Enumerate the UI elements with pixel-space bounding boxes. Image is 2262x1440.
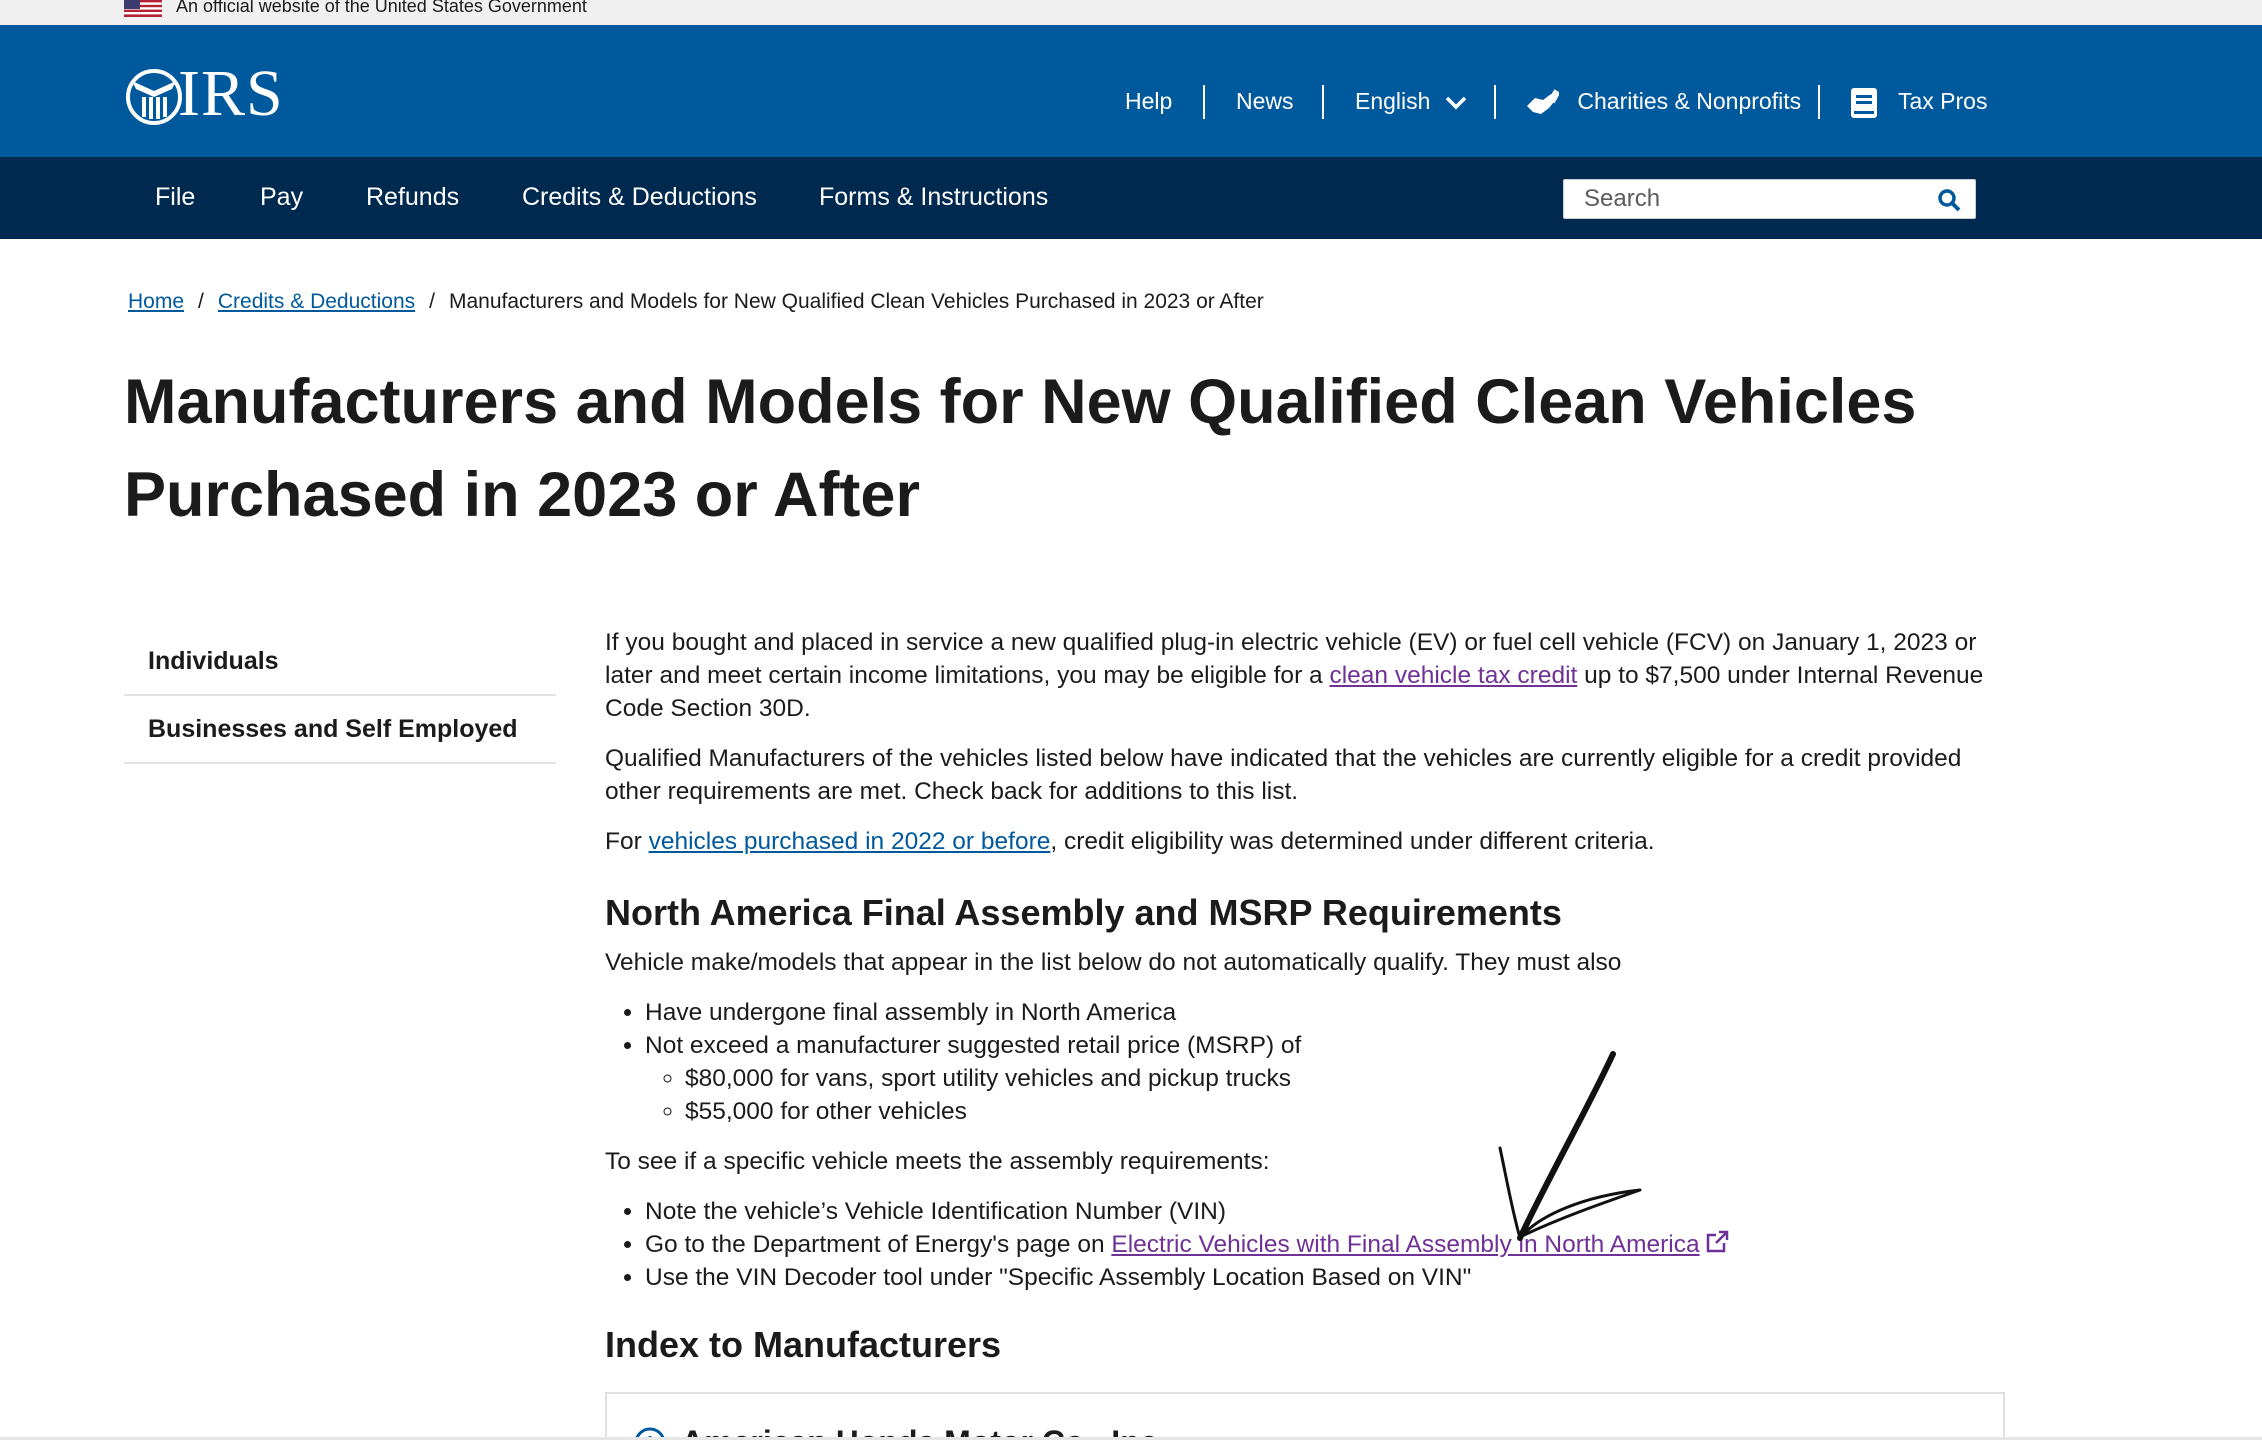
nav-file[interactable]: File — [155, 179, 195, 215]
side-nav-individuals[interactable]: Individuals — [124, 628, 556, 696]
utility-nav: Help News English Charities & Nonprofits — [0, 25, 2262, 157]
utility-separator — [1203, 85, 1205, 119]
book-icon — [1850, 85, 1878, 118]
assembly-msrp-heading: North America Final Assembly and MSRP Re… — [605, 892, 1562, 933]
utility-separator — [1322, 85, 1324, 119]
search-box — [1563, 179, 1976, 219]
clean-vehicle-tax-credit-link[interactable]: clean vehicle tax credit — [1329, 662, 1577, 689]
list-item: $55,000 for other vehicles — [685, 1095, 2005, 1128]
breadcrumb-separator: / — [429, 290, 435, 313]
gov-banner: An official website of the United States… — [0, 0, 2262, 25]
nav-refunds[interactable]: Refunds — [366, 179, 459, 215]
site-header: IRS Help News English Charities & Nonpro… — [0, 25, 2262, 157]
assembly-steps-list: Note the vehicle’s Vehicle Identificatio… — [645, 1195, 2005, 1294]
breadcrumb-credits-deductions[interactable]: Credits & Deductions — [218, 290, 415, 313]
msrp-list: $80,000 for vans, sport utility vehicles… — [685, 1062, 2005, 1128]
breadcrumb-current: Manufacturers and Models for New Qualifi… — [448, 290, 1264, 313]
help-link[interactable]: Help — [1125, 85, 1172, 117]
main-nav: File Pay Refunds Credits & Deductions Fo… — [0, 157, 2262, 239]
list-item: $80,000 for vans, sport utility vehicles… — [685, 1062, 2005, 1095]
tax-pros-label: Tax Pros — [1897, 88, 1988, 114]
manufacturers-paragraph: Qualified Manufacturers of the vehicles … — [605, 745, 1962, 805]
us-flag-icon — [124, 0, 162, 17]
gov-banner-text: An official website of the United States… — [176, 0, 587, 16]
breadcrumb: Home / Credits & Deductions / Manufacturers … — [128, 288, 1264, 316]
list-item: Use the VIN Decoder tool under "Specific… — [645, 1261, 2005, 1294]
tax-pros-link[interactable]: Tax Pros — [1850, 85, 1988, 118]
side-nav: Individuals Businesses and Self Employed — [124, 628, 556, 764]
utility-separator — [1494, 85, 1496, 119]
nav-pay[interactable]: Pay — [260, 179, 303, 215]
doe-final-assembly-link[interactable]: Electric Vehicles with Final Assembly in… — [1111, 1231, 1699, 1258]
requirements-intro: Vehicle make/models that appear in the l… — [605, 949, 1622, 976]
search-icon[interactable] — [1937, 188, 1961, 212]
breadcrumb-separator: / — [198, 290, 204, 313]
page-title: Manufacturers and Models for New Qualifi… — [124, 367, 1917, 530]
manufacturer-accordion[interactable]: American Honda Motor Co., Inc. — [605, 1392, 2005, 1440]
breadcrumb-home[interactable]: Home — [128, 290, 184, 313]
news-link[interactable]: News — [1236, 85, 1294, 117]
charities-label: Charities & Nonprofits — [1577, 88, 1802, 114]
utility-separator — [1818, 85, 1820, 119]
assembly-check-intro: To see if a specific vehicle meets the a… — [605, 1148, 1270, 1175]
main-content: If you bought and placed in service a ne… — [605, 626, 2005, 1378]
nav-forms-instructions[interactable]: Forms & Instructions — [819, 179, 1048, 215]
chevron-down-icon — [1445, 85, 1467, 117]
list-item: Go to the Department of Energy's page on… — [645, 1228, 2005, 1261]
index-to-manufacturers-heading: Index to Manufacturers — [605, 1324, 1002, 1365]
list-item: Not exceed a manufacturer suggested reta… — [645, 1029, 2005, 1128]
handshake-icon — [1525, 85, 1561, 115]
side-nav-businesses-self-employed[interactable]: Businesses and Self Employed — [124, 696, 556, 764]
nav-credits-deductions[interactable]: Credits & Deductions — [522, 179, 757, 215]
requirements-list: Have undergone final assembly in North A… — [645, 996, 2005, 1128]
vehicles-2022-or-before-link[interactable]: vehicles purchased in 2022 or before — [649, 828, 1051, 855]
charities-nonprofits-link[interactable]: Charities & Nonprofits — [1525, 85, 1801, 117]
search-input[interactable] — [1564, 180, 1924, 218]
language-label: English — [1355, 88, 1431, 114]
list-item: Have undergone final assembly in North A… — [645, 996, 2005, 1029]
intro-paragraph: If you bought and placed in service a ne… — [605, 629, 1984, 722]
language-selector[interactable]: English — [1355, 85, 1467, 117]
prior-vehicles-paragraph: For vehicles purchased in 2022 or before… — [605, 828, 1655, 855]
list-item: Note the vehicle’s Vehicle Identificatio… — [645, 1195, 2005, 1228]
external-link-icon — [1704, 1229, 1730, 1255]
